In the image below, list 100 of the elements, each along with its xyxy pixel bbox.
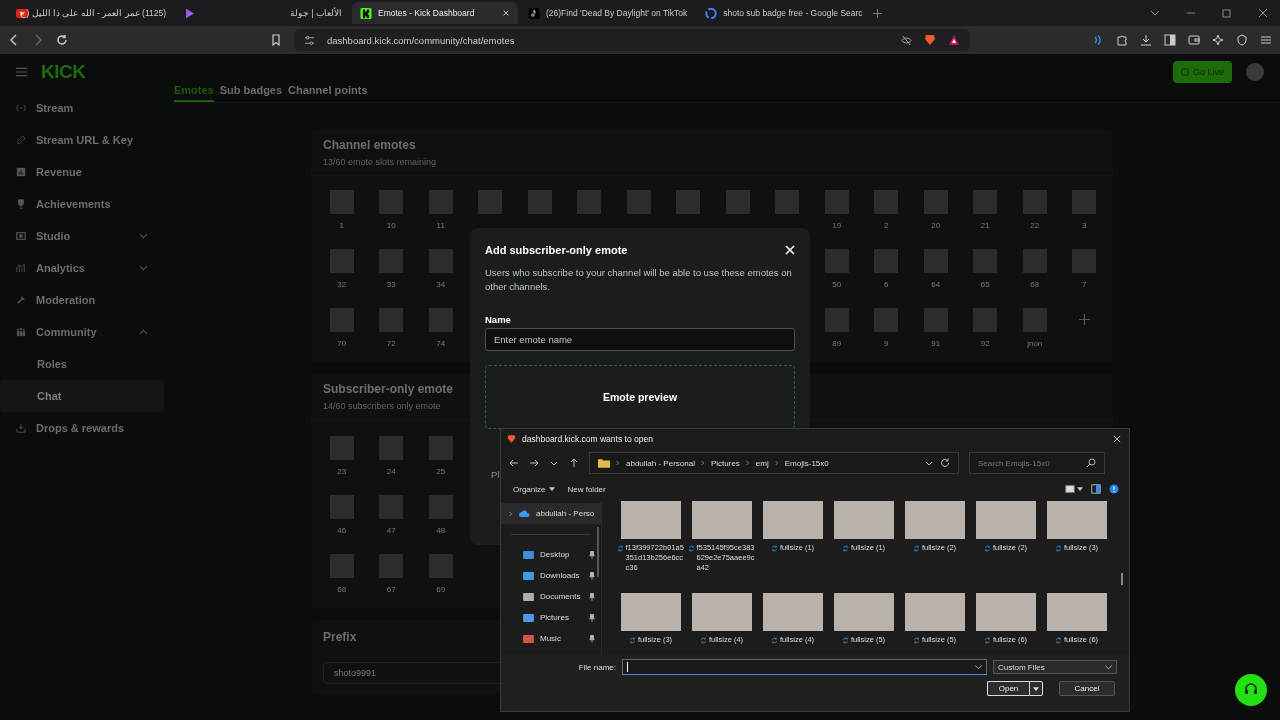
emote-image[interactable] [923, 308, 948, 332]
emote-image[interactable] [428, 249, 453, 273]
sidebar-item[interactable]: Revenue [0, 156, 164, 188]
sidebar-item[interactable]: Stream [0, 92, 164, 124]
sidebar-item[interactable]: Achievements [0, 188, 164, 220]
emote-image[interactable] [329, 554, 354, 578]
path-segment[interactable]: abdullah - Personal [626, 458, 695, 468]
emote-image[interactable] [874, 190, 899, 214]
shield-icon[interactable] [1236, 34, 1248, 46]
emote-image[interactable] [824, 249, 849, 273]
file-type-dropdown[interactable]: Custom Files [993, 660, 1117, 674]
up-icon[interactable] [569, 458, 579, 468]
sidebar-subitem[interactable]: Roles [0, 348, 164, 380]
emote-image[interactable] [1072, 190, 1097, 214]
emote-image[interactable] [329, 495, 354, 519]
emote-name-field[interactable]: Enter emote name [485, 328, 795, 351]
close-tab-icon[interactable] [502, 9, 510, 17]
sidebar-item[interactable]: Stream URL & Key [0, 124, 164, 156]
emote-image[interactable] [973, 190, 998, 214]
emote-image[interactable] [428, 495, 453, 519]
emote-image[interactable] [973, 308, 998, 332]
refresh-icon[interactable] [940, 458, 950, 468]
cancel-button[interactable]: Cancel [1059, 681, 1115, 696]
emote-image[interactable] [923, 190, 948, 214]
emote-image[interactable] [379, 249, 404, 273]
sidebar-item[interactable]: Community [0, 316, 164, 348]
caret-icon[interactable] [1077, 487, 1083, 491]
sidebar-subitem[interactable]: Chat [0, 380, 164, 412]
support-button[interactable] [1235, 674, 1267, 706]
emote-image[interactable] [577, 190, 602, 214]
open-options-button[interactable] [1029, 681, 1043, 696]
download-icon[interactable] [1140, 34, 1152, 46]
eye-slash-icon[interactable] [901, 34, 912, 46]
sidebar-item[interactable]: Studio [0, 220, 164, 252]
emote-image[interactable] [428, 436, 453, 460]
browser-tab[interactable]: Emotes - Kick Dashboard [352, 2, 518, 24]
content-tab[interactable]: Sub badges [219, 84, 283, 102]
tree-item[interactable]: Music [501, 628, 601, 649]
emote-image[interactable] [379, 308, 404, 332]
back-icon[interactable] [509, 458, 519, 468]
preview-pane-icon[interactable] [1091, 484, 1101, 494]
signal-icon[interactable] [1092, 34, 1104, 46]
sidebar-icon[interactable] [1164, 34, 1176, 46]
path-segment[interactable]: Emojis-15x0 [784, 458, 829, 468]
emote-image[interactable] [428, 308, 453, 332]
view-icon[interactable] [1065, 484, 1075, 494]
path-segment[interactable]: emj [755, 458, 769, 468]
search-field[interactable]: Search Emojis-15x0 [969, 452, 1105, 474]
sidebar-item[interactable]: Analytics [0, 252, 164, 284]
browser-tab[interactable]: الألعاب | جولة [284, 2, 350, 24]
lion-shield-icon[interactable] [924, 34, 936, 46]
file-name-field[interactable] [622, 659, 987, 675]
new-tab-icon[interactable] [873, 8, 883, 18]
emote-image[interactable] [626, 190, 651, 214]
emote-image[interactable] [775, 190, 800, 214]
emote-image[interactable] [874, 308, 899, 332]
emote-image[interactable] [329, 249, 354, 273]
emote-image[interactable] [1022, 190, 1047, 214]
restore-icon[interactable] [1222, 8, 1232, 18]
reload-icon[interactable] [56, 34, 68, 46]
emote-image[interactable] [329, 190, 354, 214]
help-icon[interactable] [1109, 484, 1119, 494]
emote-image[interactable] [1022, 308, 1047, 332]
emote-image[interactable] [874, 249, 899, 273]
emote-image[interactable] [329, 436, 354, 460]
avatar[interactable] [1246, 63, 1264, 81]
emote-image[interactable] [379, 495, 404, 519]
tree-item[interactable]: Desktop [501, 544, 601, 565]
wallet-icon[interactable] [1188, 34, 1200, 46]
emote-image[interactable] [527, 190, 552, 214]
tree-item[interactable]: Documents [501, 586, 601, 607]
triangle-icon[interactable] [948, 34, 960, 46]
emote-image[interactable] [824, 308, 849, 332]
emote-image[interactable] [428, 554, 453, 578]
sidebar-item[interactable]: Drops & rewards [0, 412, 164, 444]
emote-image[interactable] [676, 190, 701, 214]
sparkle-icon[interactable] [1212, 34, 1224, 46]
browser-tab[interactable]: (26)Find 'Dead By Daylight' on TikTok [520, 2, 696, 24]
menu-icon[interactable] [1260, 34, 1272, 46]
content-tab[interactable]: Channel points [288, 84, 368, 102]
emote-image[interactable] [478, 190, 503, 214]
tree-item[interactable]: abdullah - Perso [501, 503, 601, 524]
emote-image[interactable] [379, 554, 404, 578]
address-bar[interactable]: dashboard.kick.com/community/chat/emotes [294, 29, 970, 51]
tree-item[interactable]: Pictures [501, 607, 601, 628]
chevron-down-icon[interactable] [1150, 8, 1160, 18]
bookmark-icon[interactable] [270, 34, 282, 46]
menu-icon[interactable] [16, 67, 27, 77]
add-icon[interactable] [1078, 314, 1090, 325]
emote-image[interactable] [923, 249, 948, 273]
tree-item[interactable]: Downloads [501, 565, 601, 586]
emote-image[interactable] [428, 190, 453, 214]
emote-image[interactable] [329, 308, 354, 332]
chevron-down-icon[interactable] [975, 664, 982, 670]
emote-image[interactable] [824, 190, 849, 214]
search-input[interactable]: Search Emojis-15x0 [978, 458, 1086, 468]
new-folder-button[interactable]: New folder [565, 482, 608, 496]
emote-image[interactable] [379, 190, 404, 214]
emote-image[interactable] [1072, 249, 1097, 273]
open-button[interactable]: Open [987, 681, 1029, 696]
